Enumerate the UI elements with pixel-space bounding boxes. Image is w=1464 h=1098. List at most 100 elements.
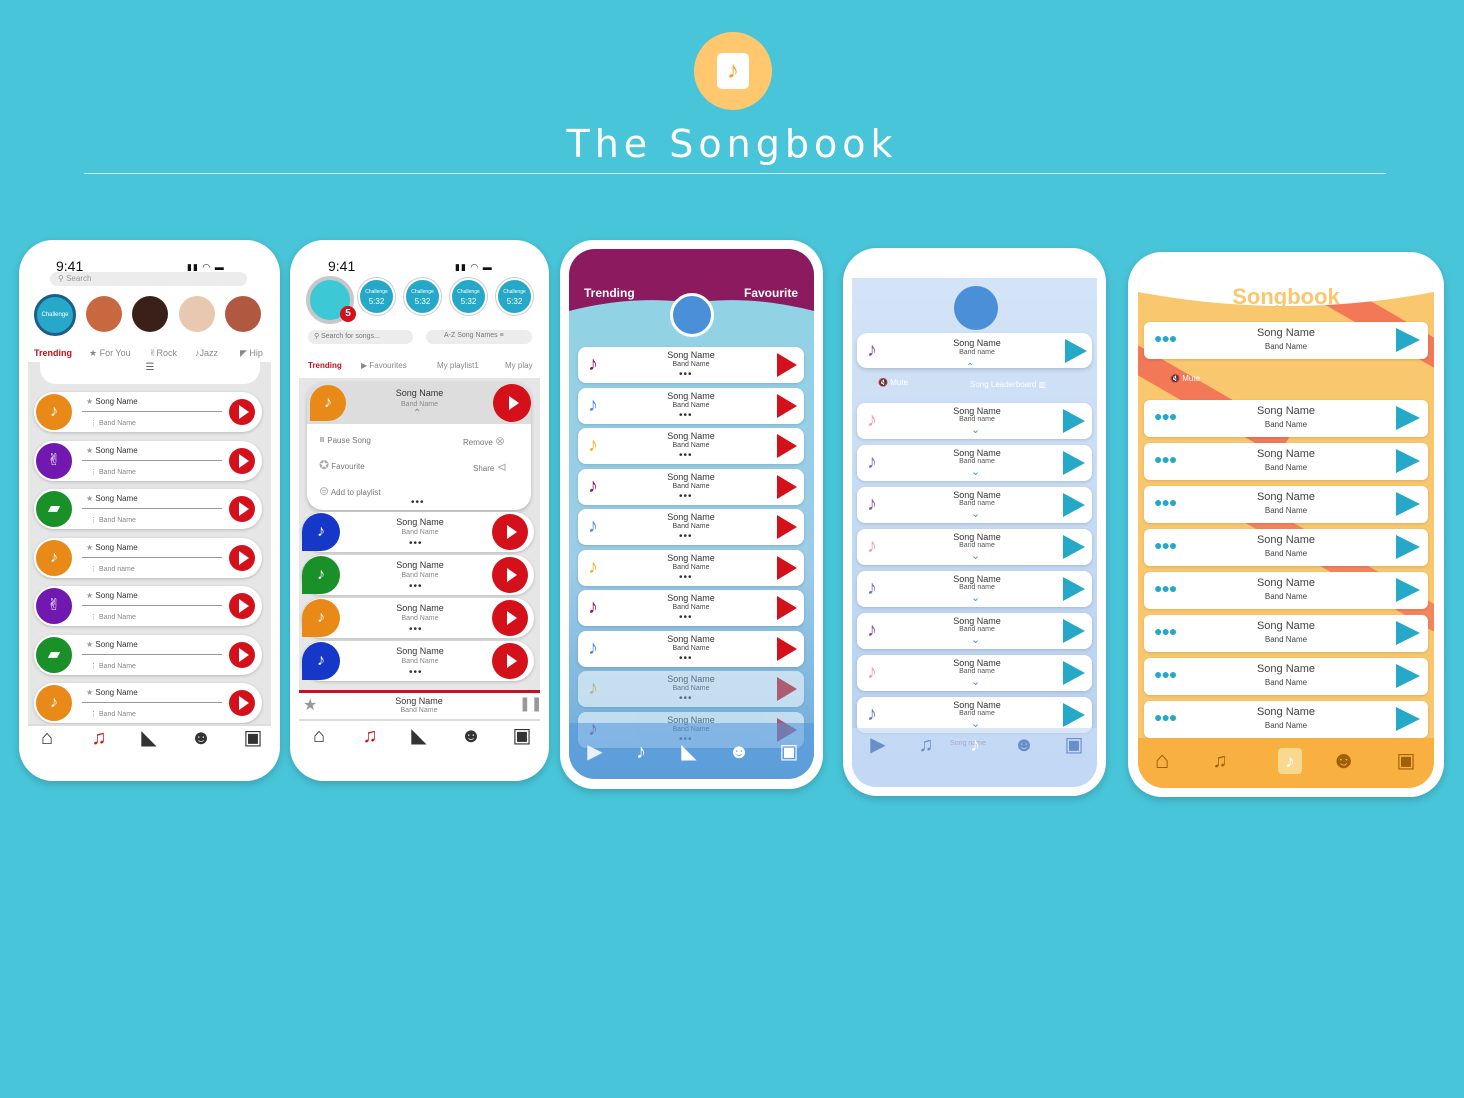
home-icon[interactable]: ⌂: [1150, 749, 1174, 773]
song-row[interactable]: ●●● Song Name Band Name: [1144, 529, 1428, 566]
play-button[interactable]: [1063, 409, 1085, 433]
play-button[interactable]: [229, 593, 255, 619]
play-button[interactable]: [229, 690, 255, 716]
tab-for-you[interactable]: ★ For You: [89, 348, 131, 359]
song-row[interactable]: ♪ Song Name Band Name •••: [302, 555, 534, 595]
play-button[interactable]: [1396, 578, 1420, 602]
song-row[interactable]: ♪ Song Name Band Name •••: [578, 387, 804, 424]
play-button[interactable]: [492, 514, 528, 550]
play-button[interactable]: [1063, 661, 1085, 685]
avatar[interactable]: [670, 293, 714, 337]
play-button[interactable]: [1065, 339, 1087, 363]
song-row[interactable]: ♪ Song Name Band Name •••: [578, 347, 804, 383]
more-icon[interactable]: ●●●: [1154, 408, 1177, 424]
play-button[interactable]: [777, 677, 797, 701]
avatar[interactable]: [132, 296, 168, 332]
pause-icon[interactable]: ❚❚: [519, 695, 542, 712]
song-row[interactable]: ♪ Song Name Band Name •••: [578, 428, 804, 464]
chevron-down-icon[interactable]: ⌄: [971, 423, 980, 436]
song-row[interactable]: ♪ Song Name Band Name •••: [302, 641, 534, 681]
chevron-down-icon[interactable]: ⌄: [971, 507, 980, 520]
chevron-down-icon[interactable]: ⌄: [971, 633, 980, 646]
song-row[interactable]: ●●● Song Name Band Name: [1144, 615, 1428, 652]
play-button[interactable]: [1396, 621, 1420, 645]
song-row[interactable]: ●●● Song Name Band Name: [1144, 658, 1428, 695]
avatar[interactable]: [954, 286, 998, 330]
song-row[interactable]: ▰ ★ Song Name ⋮ Band Name: [34, 489, 262, 529]
play-button[interactable]: [229, 496, 255, 522]
profile-icon[interactable]: ▣: [510, 725, 534, 747]
song-row[interactable]: ♪ Song Name Band name ⌄: [857, 403, 1092, 439]
mute-button[interactable]: 🔇 Mute: [1170, 374, 1200, 383]
song-row[interactable]: ♪ Song Name Band name ⌄: [857, 529, 1092, 565]
more-icon[interactable]: •••: [409, 539, 423, 549]
home-icon[interactable]: ⌂: [307, 725, 331, 747]
tab-trending[interactable]: Trending: [34, 348, 72, 358]
profile-icon[interactable]: ▣: [777, 741, 801, 763]
more-icon[interactable]: •••: [411, 498, 425, 508]
more-icon[interactable]: ●●●: [1154, 666, 1177, 682]
music-book-icon[interactable]: ♪: [629, 741, 653, 763]
more-icon[interactable]: ●●●: [1154, 451, 1177, 467]
song-row[interactable]: ✌ ★ Song Name ⋮ Band Name: [34, 440, 262, 481]
song-row[interactable]: ●●● Song Name Band Name: [1144, 486, 1428, 523]
add-to-playlist-button[interactable]: ⊜ Add to playlist: [319, 484, 381, 498]
play-button[interactable]: [229, 544, 255, 571]
more-icon[interactable]: ●●●: [1154, 494, 1177, 510]
chevron-up-icon[interactable]: ⌃: [413, 408, 421, 419]
challenge-avatar[interactable]: Challenge: [34, 294, 76, 336]
profile-icon[interactable]: ▣: [1394, 750, 1418, 772]
play-button[interactable]: [493, 384, 531, 422]
play-button[interactable]: [777, 434, 797, 458]
music-book-icon[interactable]: ♫: [87, 727, 111, 749]
music-book-icon[interactable]: ♫: [358, 725, 382, 747]
play-button[interactable]: [229, 641, 255, 668]
play-button[interactable]: [777, 515, 797, 539]
more-icon[interactable]: •••: [409, 668, 423, 678]
tab-my-playlist1[interactable]: My playlist1: [437, 361, 479, 370]
more-icon[interactable]: •••: [679, 572, 693, 582]
song-row[interactable]: ♪ Song Name Band name ⌄: [857, 571, 1092, 607]
more-icon[interactable]: •••: [679, 370, 693, 380]
tab-trending[interactable]: Trending: [584, 286, 635, 300]
play-button[interactable]: [492, 557, 528, 593]
song-row[interactable]: ♪ Song Name Band Name •••: [578, 671, 804, 707]
profile-icon[interactable]: ▣: [1062, 734, 1086, 756]
play-button[interactable]: [1396, 707, 1420, 731]
sort-icon[interactable]: ☰: [40, 362, 260, 384]
play-button[interactable]: [1063, 451, 1085, 475]
song-row[interactable]: ♪ Song Name Band Name •••: [578, 509, 804, 545]
song-row[interactable]: ●●● Song Name Band Name: [1144, 322, 1428, 359]
play-button[interactable]: [1396, 664, 1420, 688]
more-icon[interactable]: ●●●: [1154, 537, 1177, 553]
avatar[interactable]: [86, 296, 122, 332]
song-row[interactable]: ♪ Song Name Band name ⌄: [857, 445, 1092, 481]
more-icon[interactable]: •••: [409, 625, 423, 635]
song-row[interactable]: ●●● Song Name Band Name: [1144, 400, 1428, 437]
tab-favourites[interactable]: ▶ Favourites: [361, 361, 407, 370]
more-icon[interactable]: •••: [679, 491, 693, 501]
song-row[interactable]: ♪ Song Name Band Name •••: [578, 549, 804, 586]
song-row[interactable]: ▰ ★ Song Name ⋮ Band Name: [34, 634, 262, 675]
smiley-icon[interactable]: ☻: [189, 727, 213, 749]
tab-my-play[interactable]: My play: [505, 361, 533, 370]
music-bell-icon[interactable]: ♫: [914, 734, 938, 756]
tab-favourite[interactable]: Favourite: [744, 286, 798, 300]
expanded-song-card[interactable]: ♪ Song Name Band Name ⌃ ⏸ Pause Song Rem…: [307, 382, 531, 510]
play-button[interactable]: [777, 636, 797, 661]
avatar[interactable]: [179, 296, 215, 332]
play-button[interactable]: [1063, 619, 1085, 643]
more-icon[interactable]: •••: [679, 694, 693, 704]
tab-jazz[interactable]: ♪Jazz: [195, 348, 218, 358]
tab-rock[interactable]: ✌Rock: [149, 348, 177, 359]
search-input[interactable]: ⚲ Search: [50, 272, 247, 286]
now-playing-card[interactable]: ♪ Song Name Band name: [857, 333, 1092, 368]
avatar[interactable]: [225, 296, 261, 332]
challenge-circle[interactable]: Challenge 5:32: [358, 278, 395, 315]
chevron-down-icon[interactable]: ⌄: [971, 591, 980, 604]
play-square-icon[interactable]: ▶: [866, 734, 890, 756]
chevron-down-icon[interactable]: ⌄: [971, 675, 980, 688]
more-icon[interactable]: •••: [679, 532, 693, 542]
play-square-icon[interactable]: ▶: [583, 741, 607, 763]
more-icon[interactable]: •••: [679, 613, 693, 623]
